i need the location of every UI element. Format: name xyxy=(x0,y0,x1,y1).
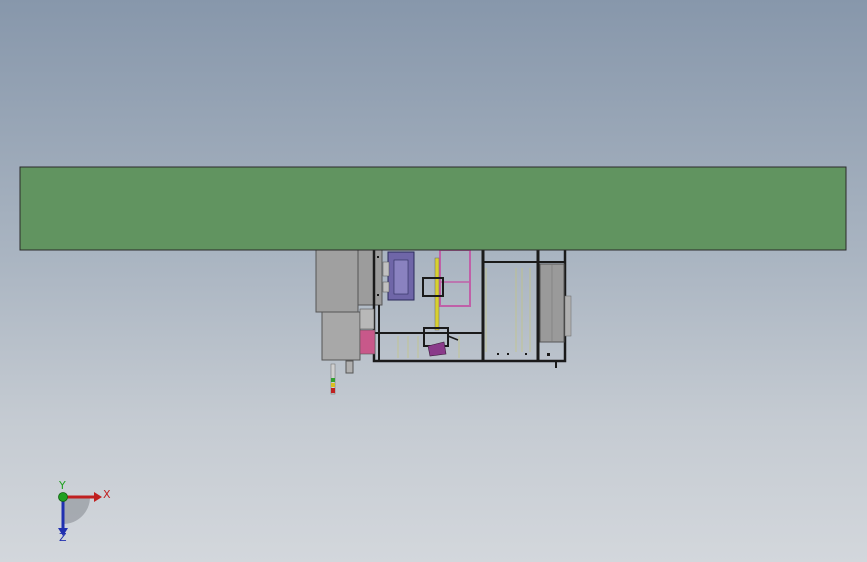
y-axis-icon xyxy=(58,492,68,502)
orientation-triad: X Y Z xyxy=(58,479,111,544)
z-axis-label: Z xyxy=(59,531,67,544)
stack-light-red xyxy=(331,388,335,393)
x-axis-arrow-icon xyxy=(94,492,102,502)
left-cabinet-lower xyxy=(321,311,361,361)
mechanism-arm xyxy=(447,335,459,341)
machine-assembly xyxy=(315,247,572,395)
cad-viewport[interactable] xyxy=(0,0,867,562)
foot-block xyxy=(345,360,354,374)
magenta-frame xyxy=(439,249,471,307)
top-plate[interactable] xyxy=(19,166,847,251)
left-cabinet xyxy=(315,248,359,313)
stack-light-green xyxy=(331,378,335,382)
y-axis-label: Y xyxy=(58,479,66,492)
triad-shadow xyxy=(63,497,90,524)
pink-box xyxy=(359,329,376,355)
yellow-column xyxy=(434,257,440,331)
side-strip xyxy=(359,308,375,330)
purple-gripper xyxy=(427,341,447,357)
side-bracket xyxy=(382,261,390,277)
side-bracket-lower xyxy=(382,281,390,293)
purple-module-inner xyxy=(393,259,409,295)
x-axis-label: X xyxy=(103,488,111,501)
stack-light-yellow xyxy=(331,383,335,387)
right-panel-detail xyxy=(564,295,572,337)
